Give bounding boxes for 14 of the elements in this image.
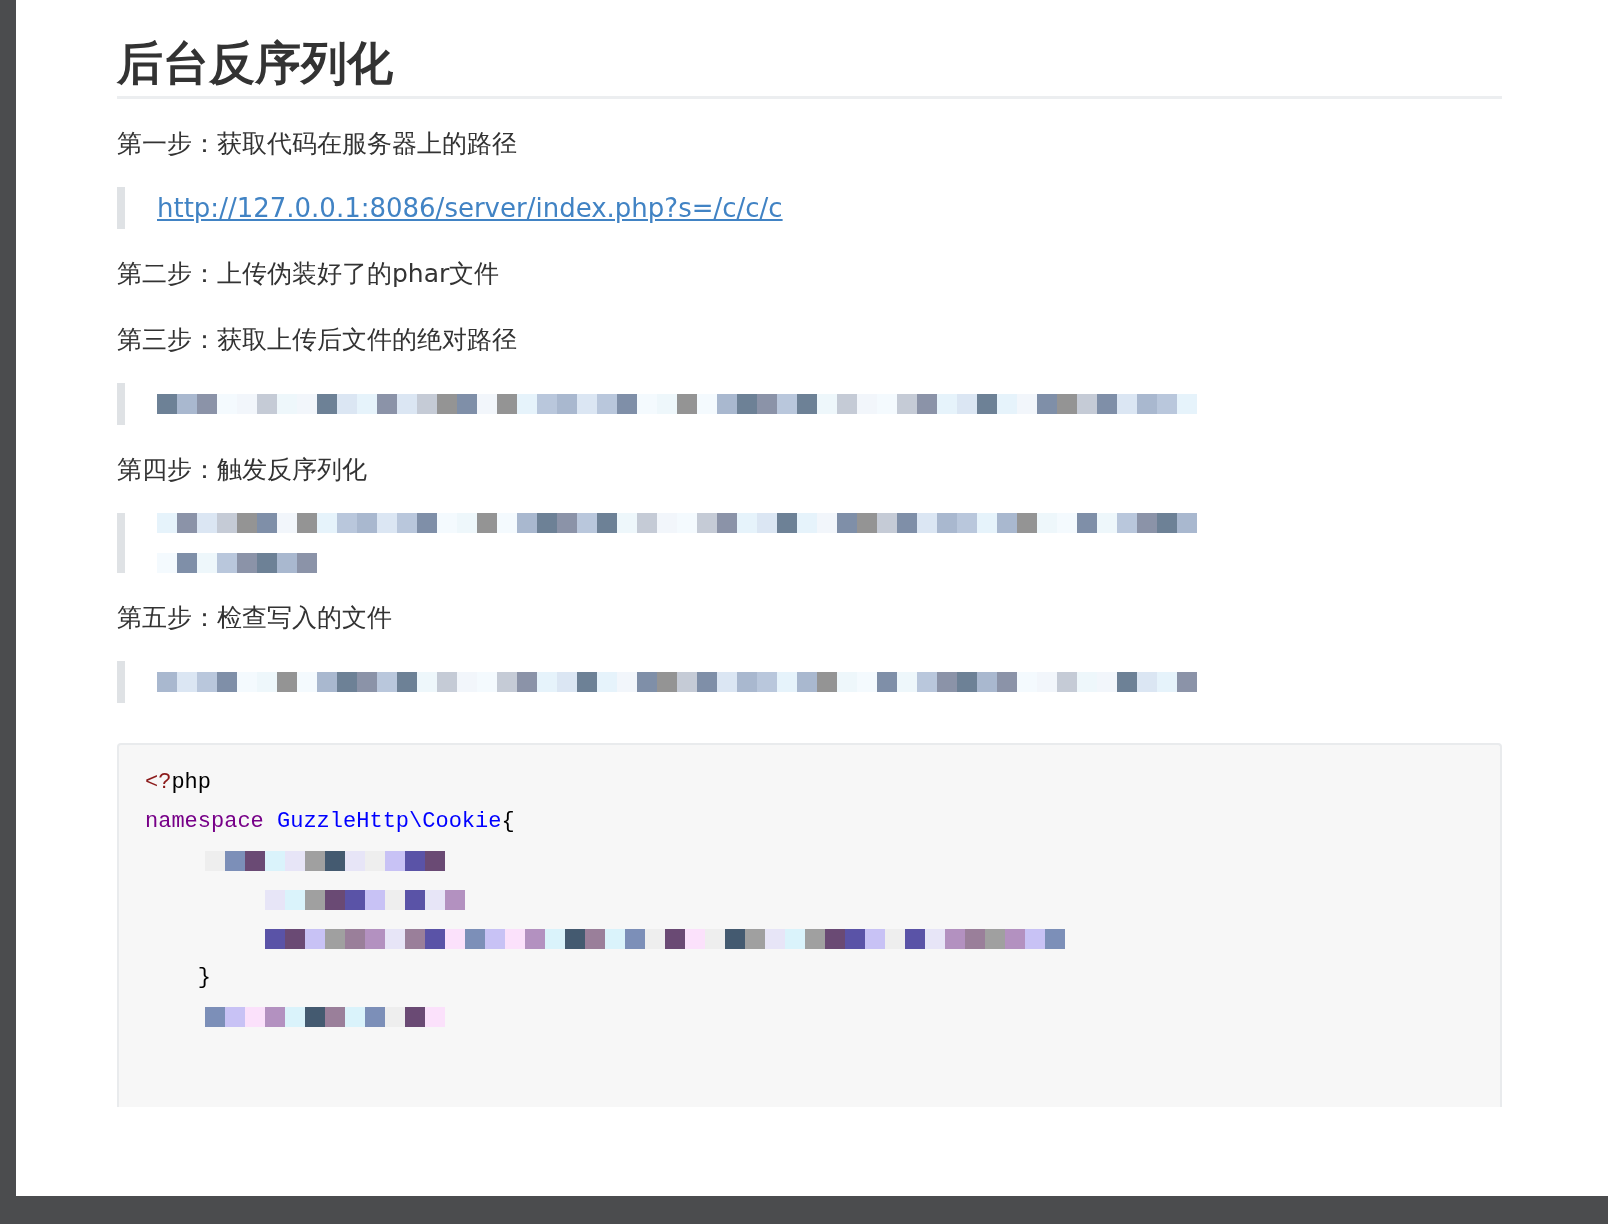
code-line: <?php bbox=[145, 769, 212, 797]
step-text: 第二步：上传伪装好了的phar文件 bbox=[117, 258, 501, 290]
quote-bar bbox=[117, 187, 125, 229]
quote-bar bbox=[117, 383, 125, 425]
quote-bar bbox=[117, 513, 125, 573]
heading: 后台反序列化 bbox=[117, 30, 1502, 99]
step-text: 第三步：获取上传后文件的绝对路径 bbox=[117, 324, 518, 356]
url-link[interactable]: http://127.0.0.1:8086/server/index.php?s=/c/c/c bbox=[157, 187, 783, 229]
step-text: 第四步：触发反序列化 bbox=[117, 454, 368, 486]
code-line: namespace GuzzleHttp\Cookie{ bbox=[145, 808, 516, 836]
code-line: } bbox=[196, 964, 212, 992]
step-text: 第一步：获取代码在服务器上的路径 bbox=[117, 128, 518, 160]
step-text: 第五步：检查写入的文件 bbox=[117, 602, 393, 634]
quote-bar bbox=[117, 661, 125, 703]
